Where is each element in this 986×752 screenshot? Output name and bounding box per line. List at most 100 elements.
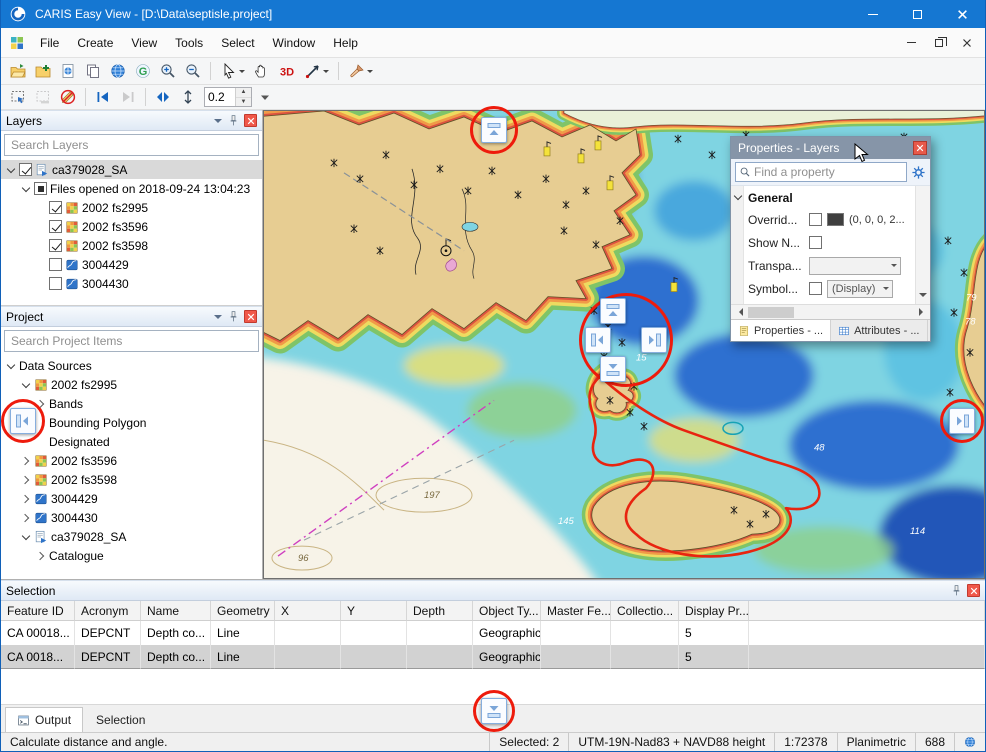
dropdown-caret-icon[interactable]	[323, 70, 329, 76]
dock-guide-top-button[interactable]	[481, 117, 507, 143]
tree-item-3004430[interactable]: 3004430	[1, 274, 262, 293]
chevron-expanded-icon[interactable]	[732, 191, 743, 202]
dock-guide-left-button[interactable]	[10, 408, 36, 434]
tree-item-bounding-polygon[interactable]: Bounding Polygon	[1, 413, 262, 432]
select-cursor-button[interactable]	[216, 60, 249, 82]
tab-output[interactable]: Output	[5, 707, 83, 732]
status-crs[interactable]: UTM-19N-Nad83 + NAVD88 height	[568, 733, 774, 751]
column-header[interactable]: Object Ty...	[473, 601, 541, 621]
checkbox-checked[interactable]	[49, 239, 62, 252]
chevron-collapsed-icon[interactable]	[20, 493, 31, 504]
spinner-up-button[interactable]: ▲	[236, 88, 251, 98]
previous-extent-button[interactable]	[91, 86, 115, 108]
scrollbar-thumb[interactable]	[748, 307, 794, 318]
override-checkbox[interactable]	[809, 213, 822, 226]
google-earth-button[interactable]	[131, 60, 155, 82]
column-header[interactable]: Collectio...	[611, 601, 679, 621]
tab-properties[interactable]: Properties - ...	[731, 320, 831, 341]
chevron-expanded-icon[interactable]	[20, 183, 31, 194]
vertical-scrollbar[interactable]	[915, 186, 930, 304]
section-general[interactable]: General	[748, 188, 913, 208]
table-row[interactable]: CA 0018...DEPCNTDepth co...LineGeographi…	[1, 645, 985, 669]
column-header[interactable]: Master Fe...	[541, 601, 611, 621]
vertical-exaggeration-button[interactable]	[176, 86, 200, 108]
menu-select[interactable]: Select	[212, 30, 263, 56]
open-project-button[interactable]	[6, 60, 30, 82]
dock-guide-center-right-button[interactable]	[641, 327, 667, 353]
world-button[interactable]	[106, 60, 130, 82]
tree-item-2002-fs3598[interactable]: 2002 fs3598	[1, 470, 262, 489]
pin-icon[interactable]	[949, 584, 963, 598]
add-to-project-button[interactable]	[31, 60, 55, 82]
symbology-dropdown[interactable]: (Display)	[827, 280, 893, 298]
panel-close-button[interactable]	[967, 584, 980, 597]
checkbox-checked[interactable]	[49, 220, 62, 233]
project-search-input[interactable]	[5, 334, 258, 348]
tree-item-2002-fs2995[interactable]: 2002 fs2995	[1, 198, 262, 217]
panel-close-button[interactable]	[244, 310, 257, 323]
checkbox-checked[interactable]	[49, 201, 62, 214]
chevron-expanded-icon[interactable]	[20, 531, 31, 542]
maximize-button[interactable]	[895, 0, 940, 28]
gear-icon[interactable]	[911, 165, 926, 180]
minimize-button[interactable]	[850, 0, 895, 28]
copy-button[interactable]	[81, 60, 105, 82]
edit-disabled-button[interactable]	[56, 86, 80, 108]
tree-item-3004430[interactable]: 3004430	[1, 508, 262, 527]
layers-search-input[interactable]	[5, 138, 258, 152]
tree-item-files-opened-on-2018-09-24-13-04-23[interactable]: Files opened on 2018-09-24 13:04:23	[1, 179, 262, 198]
select-area-button[interactable]	[6, 86, 30, 108]
tree-item-3004429[interactable]: 3004429	[1, 489, 262, 508]
column-header[interactable]: Display Pr...	[679, 601, 749, 621]
pan-hand-button[interactable]	[250, 60, 274, 82]
column-header[interactable]: Depth	[407, 601, 473, 621]
toolbar-overflow-button[interactable]	[253, 86, 277, 108]
chevron-collapsed-icon[interactable]	[35, 550, 46, 561]
tree-item-2002-fs3596[interactable]: 2002 fs3596	[1, 217, 262, 236]
pin-icon[interactable]	[226, 310, 240, 324]
horizontal-scrollbar[interactable]	[731, 304, 930, 319]
chevron-collapsed-icon[interactable]	[35, 398, 46, 409]
checkbox-unchecked[interactable]	[49, 258, 62, 271]
tree-item-3004429[interactable]: 3004429	[1, 255, 262, 274]
checkbox-partial[interactable]	[34, 182, 47, 195]
panel-menu-icon[interactable]	[214, 119, 222, 127]
exaggeration-spinner[interactable]: ▲▼	[204, 87, 252, 107]
dropdown-caret-icon[interactable]	[239, 70, 245, 76]
dock-guide-right-button[interactable]	[949, 408, 975, 434]
tree-item-2002-fs2995[interactable]: 2002 fs2995	[1, 375, 262, 394]
tree-item-data-sources[interactable]: Data Sources	[1, 356, 262, 375]
tree-item-catalogue[interactable]: Catalogue	[1, 546, 262, 565]
column-header[interactable]: Name	[141, 601, 211, 621]
transparency-dropdown[interactable]	[809, 257, 901, 275]
scroll-right-button[interactable]	[915, 305, 930, 320]
next-extent-button[interactable]	[116, 86, 140, 108]
mdi-restore-button[interactable]	[925, 32, 953, 54]
scroll-down-button[interactable]	[916, 289, 931, 304]
spinner-down-button[interactable]: ▼	[236, 98, 251, 107]
close-button[interactable]	[940, 0, 985, 28]
tree-item-2002-fs3596[interactable]: 2002 fs3596	[1, 451, 262, 470]
pin-icon[interactable]	[226, 114, 240, 128]
mdi-close-button[interactable]	[953, 32, 981, 54]
chevron-expanded-icon[interactable]	[20, 379, 31, 390]
tree-item-designated[interactable]: Designated	[1, 432, 262, 451]
status-scale[interactable]: 1:72378	[774, 733, 836, 751]
fit-extents-button[interactable]	[151, 86, 175, 108]
view-3d-button[interactable]	[275, 60, 299, 82]
scroll-left-button[interactable]	[731, 305, 746, 320]
chevron-collapsed-icon[interactable]	[20, 512, 31, 523]
tree-item-ca379028-sa[interactable]: ca379028_SA	[1, 527, 262, 546]
color-swatch[interactable]	[827, 213, 844, 226]
panel-close-button[interactable]	[244, 114, 257, 127]
measure-bearing-button[interactable]	[300, 60, 333, 82]
tree-item-ca379028-sa[interactable]: ca379028_SA	[1, 160, 262, 179]
dock-guide-center-up-button[interactable]	[600, 298, 626, 324]
column-header[interactable]: Y	[341, 601, 407, 621]
column-header[interactable]: Acronym	[75, 601, 141, 621]
dock-guide-center-down-button[interactable]	[600, 356, 626, 382]
tab-selection[interactable]: Selection	[85, 707, 156, 732]
status-view-mode[interactable]: Planimetric	[837, 733, 915, 751]
panel-menu-icon[interactable]	[214, 315, 222, 323]
chevron-expanded-icon[interactable]	[5, 164, 16, 175]
